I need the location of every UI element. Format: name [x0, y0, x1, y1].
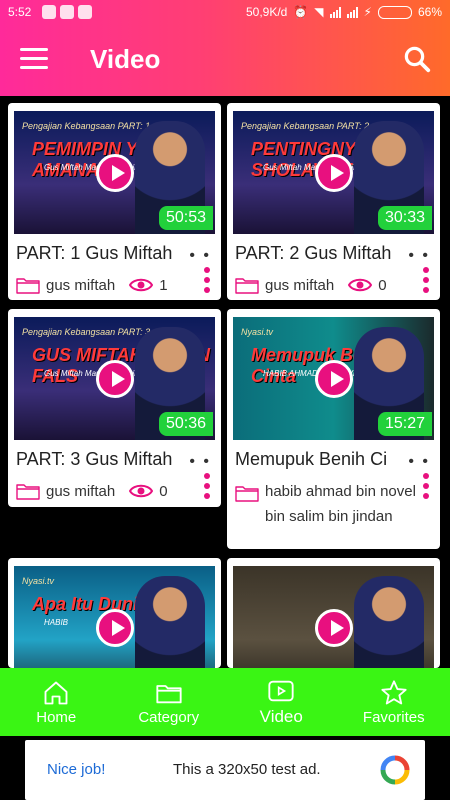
duration-badge: 15:27 [377, 412, 432, 436]
nav-video-label: Video [259, 707, 303, 726]
nav-favorites[interactable]: Favorites [338, 668, 450, 736]
video-meta: gus miftah 0 [235, 276, 387, 294]
thumbnail-caption: Pengajian Kebangsaan PART: 1 [22, 121, 151, 131]
thumbnail-caption: Pengajian Kebangsaan PART: 3 [22, 327, 151, 337]
title-ellipsis: • • [189, 247, 211, 264]
folder-icon [156, 684, 182, 703]
category-folder-icon [235, 278, 259, 294]
whatsapp-icon [60, 5, 74, 19]
home-icon [44, 681, 68, 704]
thumbnail-caption: Pengajian Kebangsaan PART: 2 [241, 121, 370, 131]
video-card[interactable] [227, 558, 440, 668]
video-thumbnail[interactable]: Pengajian Kebangsaan PART: 1 PEMIMPIN YA… [14, 111, 215, 234]
play-icon[interactable] [95, 608, 134, 647]
views-eye-icon [129, 278, 154, 292]
nav-category[interactable]: Category [113, 668, 226, 736]
video-thumbnail[interactable]: Pengajian Kebangsaan PART: 3 GUS MIFTAH … [14, 317, 215, 440]
alarm-icon: ⏰ [293, 5, 309, 19]
category-folder-icon [235, 486, 259, 502]
speaker-image [354, 576, 424, 668]
battery-percent: 66% [417, 5, 442, 19]
menu-icon[interactable] [20, 48, 48, 72]
title-ellipsis: • • [408, 247, 430, 264]
nav-video[interactable]: Video [225, 668, 338, 736]
nav-category-label: Category [138, 708, 200, 726]
view-count: 0 [159, 482, 168, 500]
title-ellipsis: • • [189, 453, 211, 470]
video-thumbnail[interactable]: Pengajian Kebangsaan PART: 2 PENTINGNYA … [233, 111, 434, 234]
duration-badge: 50:36 [158, 412, 213, 436]
video-card[interactable]: Pengajian Kebangsaan PART: 2 PENTINGNYA … [227, 103, 440, 300]
duration-badge: 50:53 [158, 206, 213, 230]
category-folder-icon [16, 278, 40, 294]
video-thumbnail[interactable]: Nyasi.tv Memupuk Benih Cinta HABIB AHMAD… [233, 317, 434, 440]
view-count: 1 [159, 276, 168, 294]
play-icon[interactable] [314, 153, 353, 192]
video-title[interactable]: Memupuk Benih Ci [235, 449, 423, 470]
video-category[interactable]: gus miftah [46, 277, 115, 294]
play-icon[interactable] [95, 359, 134, 398]
bottom-nav: Home Category Video Favorites [0, 668, 450, 736]
video-title[interactable]: PART: 3 Gus Miftah [16, 449, 204, 470]
more-options-icon[interactable] [422, 473, 430, 503]
thumbnail-subtitle: HABIB [44, 618, 69, 627]
play-icon[interactable] [95, 153, 134, 192]
video-card[interactable]: Pengajian Kebangsaan PART: 3 GUS MIFTAH … [8, 309, 221, 507]
battery-icon [377, 5, 412, 19]
ad-logo-icon [380, 755, 410, 785]
charging-icon: ⚡ [363, 5, 372, 19]
app-icon [78, 5, 92, 19]
ad-text: This a 320x50 test ad. [173, 761, 321, 778]
play-icon[interactable] [314, 608, 353, 647]
search-icon[interactable] [402, 44, 432, 74]
nav-favorites-label: Favorites [362, 708, 425, 726]
play-icon[interactable] [314, 359, 353, 398]
duration-badge: 30:33 [377, 206, 432, 230]
views-eye-icon [348, 278, 373, 292]
video-title[interactable]: PART: 2 Gus Miftah [235, 243, 423, 264]
more-options-icon[interactable] [422, 267, 430, 297]
top-bar: 5:52 50,9K/d ⏰ ◥ ⚡ 66% Video [0, 0, 450, 96]
video-meta: gus miftah 0 [16, 482, 168, 500]
more-options-icon[interactable] [203, 267, 211, 297]
video-card[interactable]: Nyasi.tv Apa Itu Dunia HABIB [8, 558, 221, 668]
video-icon [268, 680, 294, 702]
signal2-icon [346, 6, 358, 18]
view-count: 0 [378, 276, 387, 294]
video-thumbnail[interactable] [233, 566, 434, 668]
video-thumbnail[interactable]: Nyasi.tv Apa Itu Dunia HABIB [14, 566, 215, 668]
more-options-icon[interactable] [203, 473, 211, 503]
video-title[interactable]: PART: 1 Gus Miftah [16, 243, 204, 264]
page-title: Video [90, 44, 161, 74]
speaker-image [135, 576, 205, 668]
nav-home[interactable]: Home [0, 668, 113, 736]
video-card[interactable]: Pengajian Kebangsaan PART: 1 PEMIMPIN YA… [8, 103, 221, 300]
thumbnail-caption: Nyasi.tv [241, 327, 274, 337]
video-category[interactable]: gus miftah [265, 277, 334, 294]
status-time: 5:52 [8, 5, 32, 19]
status-right: 50,9K/d ⏰ ◥ ⚡ 66% [246, 5, 442, 19]
nav-home-label: Home [36, 708, 77, 726]
network-speed: 50,9K/d [245, 5, 288, 19]
video-meta: habib ahmad bin novel bin salim bin jind… [235, 482, 420, 529]
video-card[interactable]: Nyasi.tv Memupuk Benih Cinta HABIB AHMAD… [227, 309, 440, 549]
app-bar: Video [0, 26, 450, 96]
star-icon [381, 679, 407, 704]
status-bar: 5:52 50,9K/d ⏰ ◥ ⚡ 66% [0, 0, 450, 26]
video-category[interactable]: habib ahmad bin novel bin salim bin jind… [265, 479, 420, 529]
thumbnail-headline: Apa Itu Dunia [32, 594, 148, 614]
wifi-icon: ◥ [314, 5, 324, 19]
ad-banner[interactable]: Nice job! This a 320x50 test ad. [25, 740, 425, 800]
thumbnail-caption: Nyasi.tv [22, 576, 55, 586]
video-category[interactable]: gus miftah [46, 483, 115, 500]
ad-nice-label: Nice job! [47, 761, 106, 778]
title-ellipsis: • • [408, 453, 430, 470]
video-meta: gus miftah 1 [16, 276, 168, 294]
notification-icon [42, 5, 56, 19]
views-eye-icon [129, 484, 154, 498]
signal-icon [329, 6, 341, 18]
category-folder-icon [16, 484, 40, 500]
